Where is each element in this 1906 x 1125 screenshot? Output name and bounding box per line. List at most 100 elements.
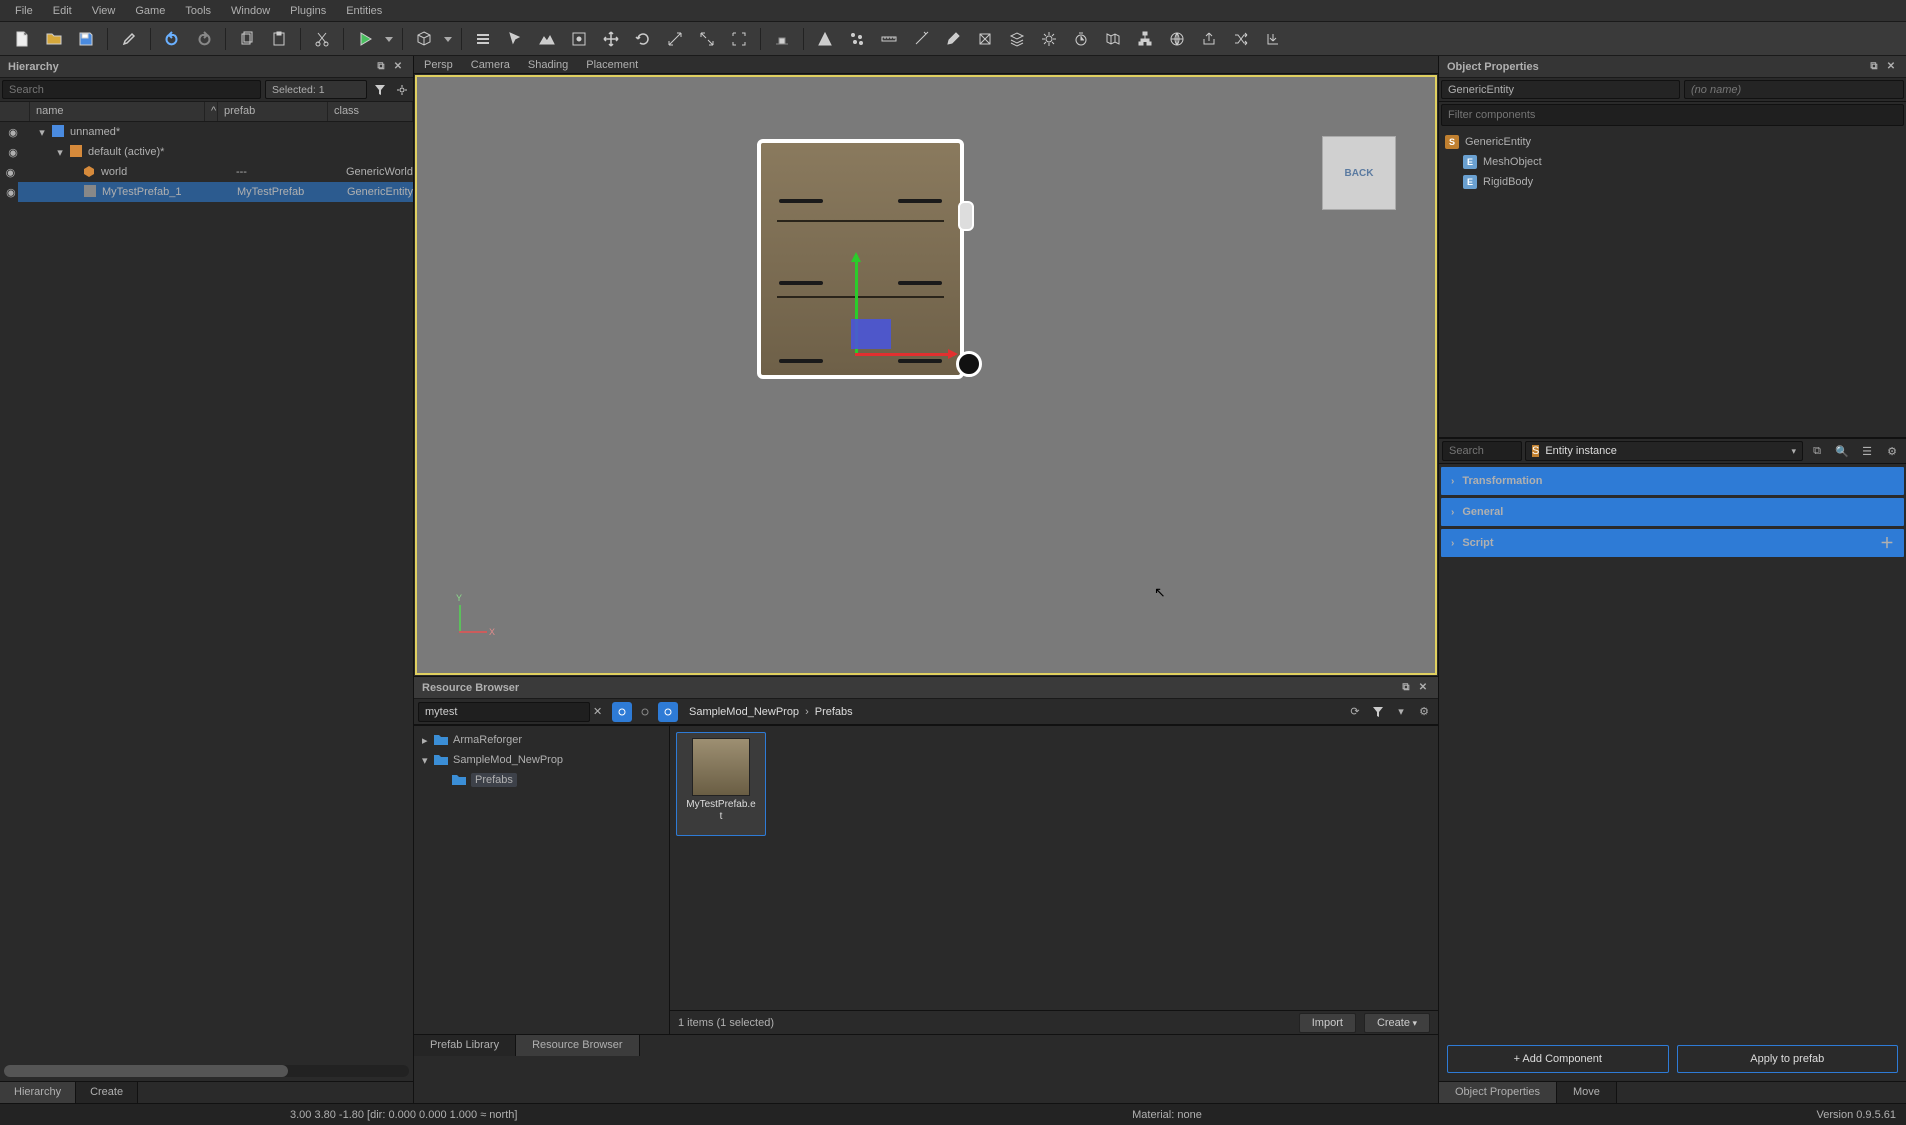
op-entity-name[interactable]: (no name) <box>1684 80 1904 99</box>
apply-to-prefab-button[interactable]: Apply to prefab <box>1677 1045 1899 1073</box>
menu-game[interactable]: Game <box>126 2 174 20</box>
rb-tree-item[interactable]: Prefabs <box>414 770 669 790</box>
menu-file[interactable]: File <box>6 2 42 20</box>
hierarchy-tree[interactable]: ◉ ▾ unnamed* ◉ ▾ default (active)* ◉ wor… <box>0 122 413 1061</box>
menu-window[interactable]: Window <box>222 2 279 20</box>
rb-clear-search-icon[interactable]: ✕ <box>593 705 609 718</box>
new-file-icon[interactable] <box>8 25 36 53</box>
snap-icon[interactable] <box>565 25 593 53</box>
viewport-shading[interactable]: Shading <box>528 59 568 71</box>
gizmo-x-axis[interactable] <box>855 353 955 356</box>
rb-tree-item[interactable]: ▾SampleMod_NewProp <box>414 750 669 770</box>
map-icon[interactable] <box>1099 25 1127 53</box>
op-close-icon[interactable]: ✕ <box>1884 60 1898 74</box>
edit-icon[interactable] <box>115 25 143 53</box>
triangle-icon[interactable] <box>811 25 839 53</box>
op-entity-type[interactable]: GenericEntity <box>1441 80 1680 99</box>
tab-resource-browser[interactable]: Resource Browser <box>516 1035 639 1056</box>
hierarchy-row[interactable]: ◉ MyTestPrefab_1 MyTestPrefab GenericEnt… <box>0 182 413 202</box>
menu-entities[interactable]: Entities <box>337 2 391 20</box>
menu-edit[interactable]: Edit <box>44 2 81 20</box>
op-open-icon[interactable]: ⧉ <box>1806 440 1828 462</box>
brush-icon[interactable] <box>939 25 967 53</box>
panel-popout-icon[interactable]: ⧉ <box>374 60 388 74</box>
align-icon[interactable] <box>768 25 796 53</box>
settings-icon[interactable] <box>391 78 413 101</box>
add-component-button[interactable]: + Add Component <box>1447 1045 1669 1073</box>
rb-folder-tree[interactable]: ▸ArmaReforger▾SampleMod_NewPropPrefabs <box>414 726 670 1034</box>
shuffle-icon[interactable] <box>1227 25 1255 53</box>
viewport[interactable]: BACK Y X ↖ <box>415 75 1437 675</box>
op-popout-icon[interactable]: ⧉ <box>1867 60 1881 74</box>
op-component-tree[interactable]: SGenericEntityEMeshObjectERigidBody <box>1439 128 1906 438</box>
bounds-icon[interactable] <box>725 25 753 53</box>
op-component[interactable]: SGenericEntity <box>1445 132 1900 152</box>
hierarchy-row[interactable]: ◉ ▾ default (active)* <box>0 142 413 162</box>
gear-icon[interactable] <box>1035 25 1063 53</box>
paste-icon[interactable] <box>265 25 293 53</box>
hierarchy-selected-count[interactable]: Selected: 1 <box>265 80 367 99</box>
move-icon[interactable] <box>597 25 625 53</box>
play-dropdown-icon[interactable] <box>383 25 395 53</box>
rb-create-button[interactable]: Create <box>1364 1013 1430 1033</box>
op-component[interactable]: ERigidBody <box>1445 172 1900 192</box>
tab-move[interactable]: Move <box>1557 1082 1617 1103</box>
hierarchy-row[interactable]: ◉ ▾ unnamed* <box>0 122 413 142</box>
visibility-icon[interactable]: ◉ <box>4 186 18 199</box>
list-icon[interactable] <box>469 25 497 53</box>
op-gear-icon[interactable]: ⚙ <box>1881 440 1903 462</box>
visibility-icon[interactable]: ◉ <box>4 126 22 139</box>
rb-refresh-icon[interactable]: ⟳ <box>1345 702 1365 722</box>
rb-filter-icon[interactable] <box>1368 702 1388 722</box>
op-filter-input[interactable] <box>1441 104 1904 126</box>
op-section-script[interactable]: ›Script＋ <box>1441 529 1904 557</box>
visibility-icon[interactable]: ◉ <box>4 146 22 159</box>
open-folder-icon[interactable] <box>40 25 68 53</box>
undo-icon[interactable] <box>158 25 186 53</box>
rb-filter-3-icon[interactable] <box>658 702 678 722</box>
rb-filter-2-icon[interactable] <box>635 702 655 722</box>
timer-icon[interactable] <box>1067 25 1095 53</box>
op-search-input[interactable] <box>1442 441 1522 461</box>
layers-icon[interactable] <box>1003 25 1031 53</box>
menu-view[interactable]: View <box>83 2 125 20</box>
hierarchy-row[interactable]: ◉ world --- GenericWorld <box>0 162 413 182</box>
hierarchy-icon[interactable] <box>1131 25 1159 53</box>
hierarchy-search-input[interactable] <box>2 80 261 99</box>
save-icon[interactable] <box>72 25 100 53</box>
op-section-general[interactable]: ›General <box>1441 498 1904 526</box>
rb-item-grid[interactable]: MyTestPrefab.et <box>670 726 1438 1010</box>
export-icon[interactable] <box>1195 25 1223 53</box>
panel-close-icon[interactable]: ✕ <box>391 60 405 74</box>
menu-tools[interactable]: Tools <box>176 2 220 20</box>
terrain-icon[interactable] <box>533 25 561 53</box>
transform-icon[interactable] <box>693 25 721 53</box>
globe-icon[interactable] <box>1163 25 1191 53</box>
op-tree-icon[interactable]: ☰ <box>1856 440 1878 462</box>
wand-icon[interactable] <box>907 25 935 53</box>
tab-hierarchy[interactable]: Hierarchy <box>0 1082 76 1103</box>
rb-search-input[interactable] <box>418 702 590 722</box>
viewport-placement[interactable]: Placement <box>586 59 638 71</box>
import-icon[interactable] <box>1259 25 1287 53</box>
rb-tree-item[interactable]: ▸ArmaReforger <box>414 730 669 750</box>
menu-plugins[interactable]: Plugins <box>281 2 335 20</box>
rb-breadcrumb[interactable]: SampleMod_NewProp › Prefabs <box>681 706 861 718</box>
scale-icon[interactable] <box>661 25 689 53</box>
anchor-icon[interactable] <box>971 25 999 53</box>
rb-popout-icon[interactable]: ⧉ <box>1399 681 1413 695</box>
play-icon[interactable] <box>351 25 379 53</box>
rb-import-button[interactable]: Import <box>1299 1013 1356 1033</box>
navigation-cube[interactable]: BACK <box>1323 137 1395 209</box>
tab-prefab-library[interactable]: Prefab Library <box>414 1035 516 1056</box>
cut-icon[interactable] <box>308 25 336 53</box>
rb-close-icon[interactable]: ✕ <box>1416 681 1430 695</box>
op-script-add-icon[interactable]: ＋ <box>1880 533 1894 553</box>
op-section-transformation[interactable]: ›Transformation <box>1441 467 1904 495</box>
gizmo-xy-plane[interactable] <box>851 319 891 349</box>
particles-icon[interactable] <box>843 25 871 53</box>
rb-filter-1-icon[interactable] <box>612 702 632 722</box>
copy-icon[interactable] <box>233 25 261 53</box>
viewport-persp[interactable]: Persp <box>424 59 453 71</box>
visibility-icon[interactable]: ◉ <box>4 166 17 179</box>
